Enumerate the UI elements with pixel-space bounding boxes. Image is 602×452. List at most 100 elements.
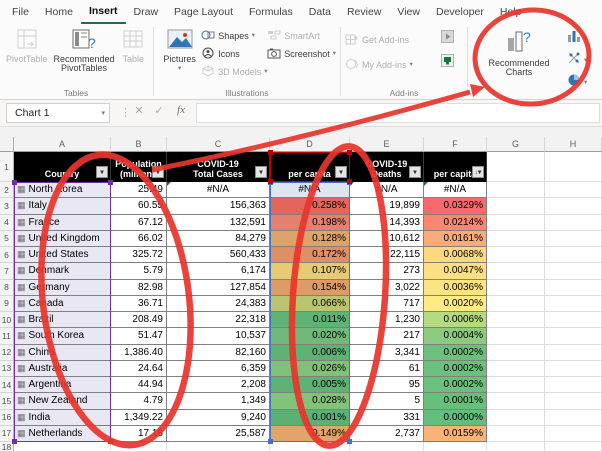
- cell-country-12[interactable]: ▦China: [14, 345, 111, 361]
- column-header-A[interactable]: A: [14, 137, 111, 152]
- cell-empty[interactable]: [545, 328, 602, 344]
- cell-empty[interactable]: [545, 361, 602, 377]
- cell-deaths-16[interactable]: 331: [350, 410, 424, 426]
- cell-population-12[interactable]: 1,386.40: [111, 345, 167, 361]
- row-header-4[interactable]: 4: [0, 215, 14, 231]
- cell-empty[interactable]: [545, 247, 602, 263]
- cell-empty[interactable]: [111, 442, 167, 452]
- cell-empty[interactable]: [487, 426, 545, 442]
- cell-deaths-9[interactable]: 717: [350, 296, 424, 312]
- cell-country-6[interactable]: ▦United States: [14, 247, 111, 263]
- cell-empty[interactable]: [487, 280, 545, 296]
- cell-population-8[interactable]: 82.98: [111, 280, 167, 296]
- cell-total-cases-5[interactable]: 84,279: [167, 231, 270, 247]
- cell-population-15[interactable]: 4.79: [111, 393, 167, 409]
- cell-G1[interactable]: [487, 152, 545, 182]
- cell-total-cases-12[interactable]: 82,160: [167, 345, 270, 361]
- cell-empty[interactable]: [14, 442, 111, 452]
- category-range-A2-A17-handle[interactable]: [108, 439, 113, 444]
- cell-cases-per-capita-7[interactable]: 0.107%: [270, 263, 350, 279]
- cell-empty[interactable]: [487, 377, 545, 393]
- cell-cases-per-capita-6[interactable]: 0.172%: [270, 247, 350, 263]
- cell-deaths-12[interactable]: 3,341: [350, 345, 424, 361]
- cell-deaths-11[interactable]: 217: [350, 328, 424, 344]
- header-cell-d[interactable]: per capita▾: [270, 152, 350, 182]
- cell-cases-per-capita-3[interactable]: 0.258%: [270, 198, 350, 214]
- cell-deaths-per-capita-11[interactable]: 0.0004%: [424, 328, 487, 344]
- cell-cases-per-capita-11[interactable]: 0.020%: [270, 328, 350, 344]
- cell-total-cases-16[interactable]: 9,240: [167, 410, 270, 426]
- row-header-1[interactable]: 1: [0, 152, 14, 182]
- cell-cases-per-capita-2[interactable]: #N/A: [270, 182, 350, 198]
- filter-button-b[interactable]: ▾: [152, 166, 164, 178]
- column-header-B[interactable]: B: [111, 137, 167, 152]
- cell-empty[interactable]: [167, 442, 270, 452]
- cell-empty[interactable]: [487, 231, 545, 247]
- row-header-9[interactable]: 9: [0, 296, 14, 312]
- cell-population-16[interactable]: 1,349.22: [111, 410, 167, 426]
- cell-total-cases-15[interactable]: 1,349: [167, 393, 270, 409]
- sort-filter-button-f[interactable]: ↓▾: [472, 166, 484, 178]
- cell-deaths-per-capita-16[interactable]: 0.0000%: [424, 410, 487, 426]
- cell-deaths-5[interactable]: 10,612: [350, 231, 424, 247]
- cell-cases-per-capita-4[interactable]: 0.198%: [270, 215, 350, 231]
- column-header-D[interactable]: D: [270, 137, 350, 152]
- cell-cases-per-capita-15[interactable]: 0.028%: [270, 393, 350, 409]
- filter-button-c[interactable]: ▾: [255, 166, 267, 178]
- cell-empty[interactable]: [487, 442, 545, 452]
- row-header-13[interactable]: 13: [0, 361, 14, 377]
- cell-deaths-per-capita-9[interactable]: 0.0020%: [424, 296, 487, 312]
- cell-total-cases-6[interactable]: 560,433: [167, 247, 270, 263]
- cell-deaths-6[interactable]: 22,115: [350, 247, 424, 263]
- cell-deaths-per-capita-13[interactable]: 0.0002%: [424, 361, 487, 377]
- cell-cases-per-capita-10[interactable]: 0.011%: [270, 312, 350, 328]
- cell-empty[interactable]: [545, 442, 602, 452]
- row-header-6[interactable]: 6: [0, 247, 14, 263]
- series-name-range-D1-handle[interactable]: [268, 179, 273, 184]
- cell-deaths-8[interactable]: 3,022: [350, 280, 424, 296]
- cell-deaths-per-capita-3[interactable]: 0.0329%: [424, 198, 487, 214]
- cell-deaths-7[interactable]: 273: [350, 263, 424, 279]
- cell-deaths-per-capita-8[interactable]: 0.0036%: [424, 280, 487, 296]
- cell-cases-per-capita-12[interactable]: 0.006%: [270, 345, 350, 361]
- header-cell-e[interactable]: COVID-19Deaths▾: [350, 152, 424, 182]
- column-header-H[interactable]: H: [545, 137, 602, 152]
- cell-empty[interactable]: [487, 393, 545, 409]
- cell-population-2[interactable]: 25.49: [111, 182, 167, 198]
- cell-empty[interactable]: [350, 442, 424, 452]
- cell-country-7[interactable]: ▦Denmark: [14, 263, 111, 279]
- cell-empty[interactable]: [545, 377, 602, 393]
- cell-deaths-4[interactable]: 14,393: [350, 215, 424, 231]
- cell-deaths-per-capita-10[interactable]: 0.0006%: [424, 312, 487, 328]
- filter-button-a[interactable]: ▾: [96, 166, 108, 178]
- cell-empty[interactable]: [545, 280, 602, 296]
- cell-empty[interactable]: [487, 361, 545, 377]
- cell-deaths-per-capita-12[interactable]: 0.0002%: [424, 345, 487, 361]
- cell-deaths-per-capita-15[interactable]: 0.0001%: [424, 393, 487, 409]
- cell-empty[interactable]: [487, 182, 545, 198]
- cell-total-cases-14[interactable]: 2,208: [167, 377, 270, 393]
- category-range-A2-A17-handle[interactable]: [12, 439, 17, 444]
- cell-country-15[interactable]: ▦New Zealand: [14, 393, 111, 409]
- cell-empty[interactable]: [545, 393, 602, 409]
- cell-cases-per-capita-13[interactable]: 0.026%: [270, 361, 350, 377]
- header-cell-a[interactable]: Country▾: [14, 152, 111, 182]
- filter-button-e[interactable]: ▾: [409, 166, 421, 178]
- cell-deaths-per-capita-7[interactable]: 0.0047%: [424, 263, 487, 279]
- cell-country-5[interactable]: ▦United Kingdom: [14, 231, 111, 247]
- cell-population-4[interactable]: 67.12: [111, 215, 167, 231]
- cell-population-10[interactable]: 208.49: [111, 312, 167, 328]
- cell-country-14[interactable]: ▦Argentina: [14, 377, 111, 393]
- cell-cases-per-capita-17[interactable]: 0.149%: [270, 426, 350, 442]
- cell-country-9[interactable]: ▦Canada: [14, 296, 111, 312]
- cell-population-17[interactable]: 17.18: [111, 426, 167, 442]
- cell-empty[interactable]: [545, 410, 602, 426]
- cell-total-cases-11[interactable]: 10,537: [167, 328, 270, 344]
- cell-empty[interactable]: [545, 345, 602, 361]
- cell-empty[interactable]: [545, 215, 602, 231]
- cell-deaths-per-capita-5[interactable]: 0.0161%: [424, 231, 487, 247]
- cell-deaths-per-capita-2[interactable]: #N/A: [424, 182, 487, 198]
- cell-cases-per-capita-16[interactable]: 0.001%: [270, 410, 350, 426]
- cell-empty[interactable]: [270, 442, 350, 452]
- cell-deaths-10[interactable]: 1,230: [350, 312, 424, 328]
